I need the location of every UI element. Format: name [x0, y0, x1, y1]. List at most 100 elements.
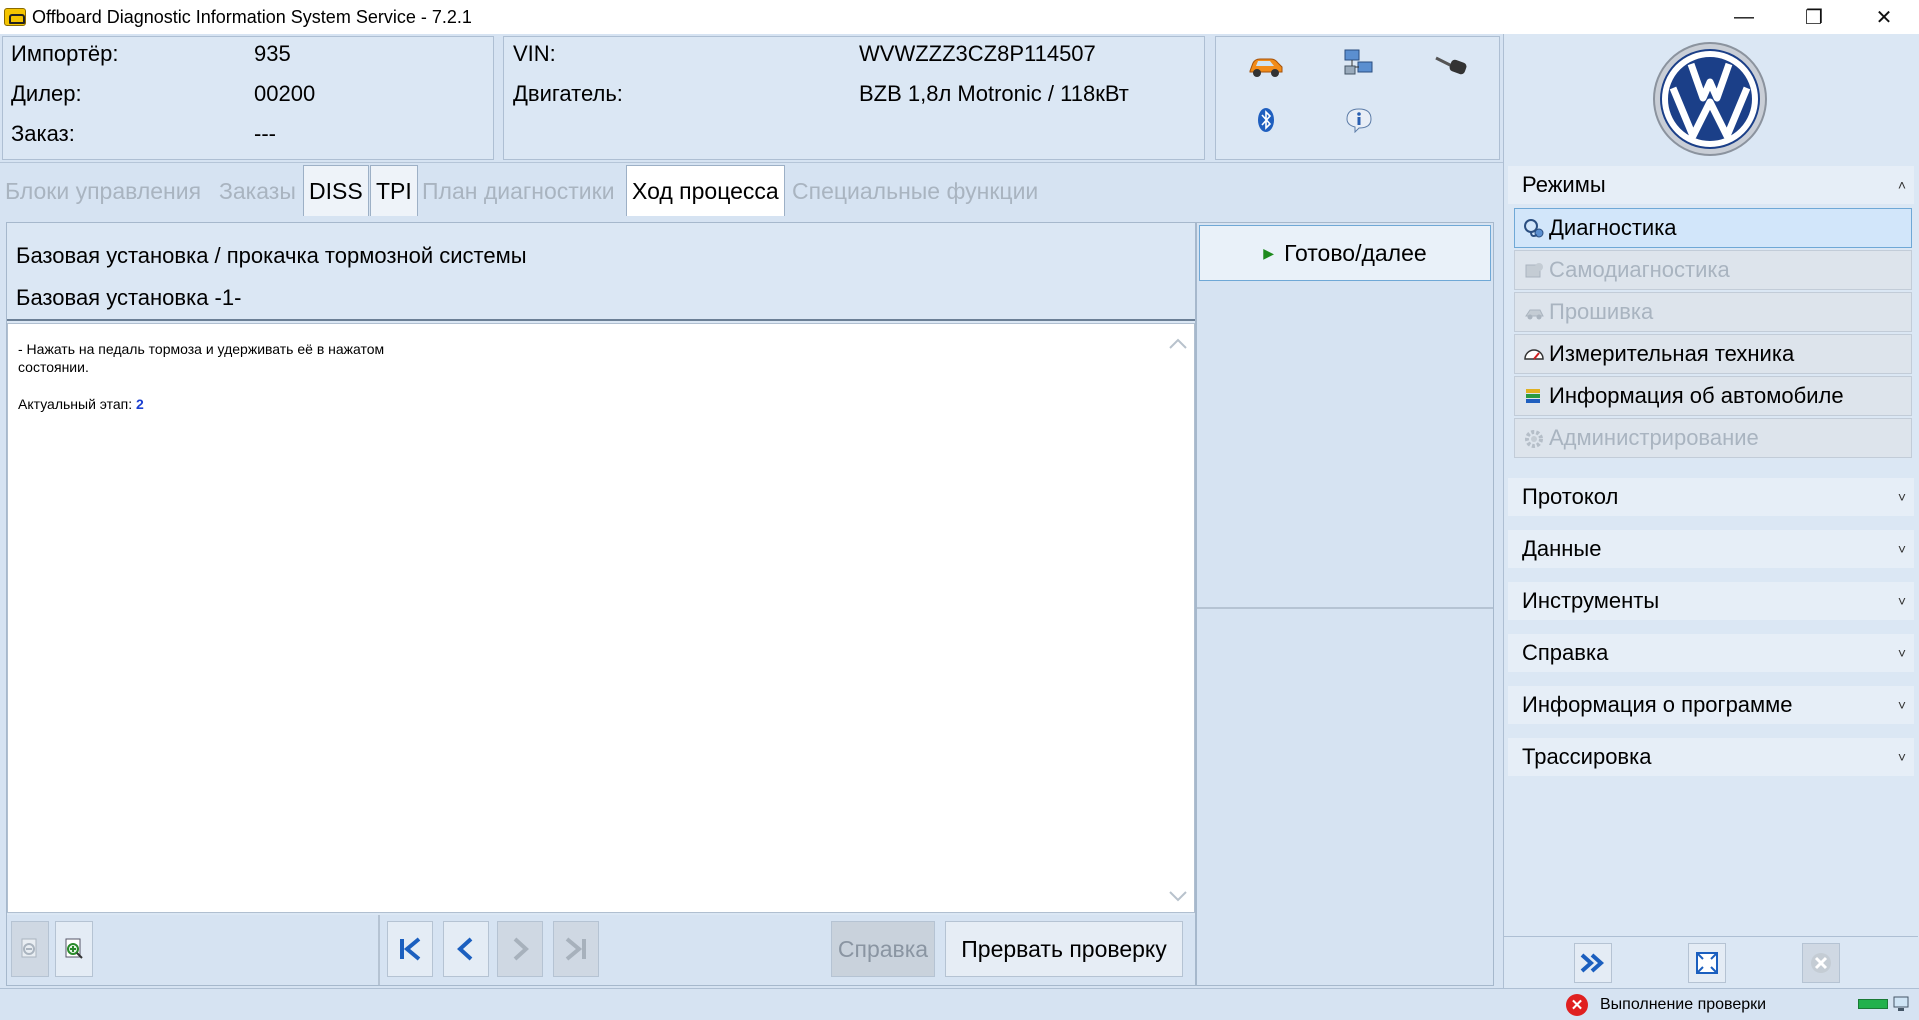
scroll-down-icon[interactable] — [1166, 884, 1190, 908]
tab-special-functions[interactable]: Специальные функции — [787, 165, 1043, 217]
bluetooth-icon[interactable] — [1246, 103, 1286, 137]
header-area: Импортёр: 935 Дилер: 00200 Заказ: --- VI… — [0, 34, 1919, 162]
order-value: --- — [254, 121, 276, 146]
mode-administration[interactable]: Администрирование — [1514, 418, 1912, 458]
process-toolbar: Справка Прервать проверку — [7, 915, 1195, 985]
gauge-icon — [1524, 349, 1544, 360]
panel-toolbar — [1504, 936, 1918, 988]
section-help-label: Справка — [1522, 640, 1609, 665]
title-bar: Offboard Diagnostic Information System S… — [0, 0, 1919, 34]
window-controls: — ❐ ✕ — [1709, 0, 1919, 34]
section-about-label: Информация о программе — [1522, 692, 1793, 717]
mode-self-diagnosis[interactable]: Самодиагностика — [1514, 250, 1912, 290]
error-icon: ✕ — [1566, 994, 1588, 1016]
zoom-in-button[interactable] — [55, 921, 93, 977]
tab-orders[interactable]: Заказы — [214, 165, 301, 217]
section-modes[interactable]: Режимы ˄ — [1508, 166, 1914, 204]
process-frame: Базовая установка / прокачка тормозной с… — [6, 222, 1196, 986]
vin-value: WVWZZZ3CZ8P114507 — [859, 41, 1096, 66]
section-data[interactable]: Данные ˅ — [1508, 530, 1914, 568]
next-step-icon — [513, 937, 529, 961]
tab-tpi[interactable]: TPI — [370, 165, 418, 217]
vehicle-info-panel: VIN: WVWZZZ3CZ8P114507 Двигатель: BZB 1,… — [503, 36, 1205, 160]
minimize-button[interactable]: — — [1709, 0, 1779, 34]
first-step-button[interactable] — [387, 921, 433, 977]
tab-process[interactable]: Ход процесса — [626, 165, 785, 217]
step-subtitle: Базовая установка -1- — [16, 285, 242, 310]
fit-window-button[interactable] — [1688, 943, 1726, 983]
cancel-icon — [1811, 953, 1831, 973]
tab-diagnostic-plan[interactable]: План диагностики — [417, 165, 620, 217]
help-button[interactable]: Справка — [831, 921, 935, 977]
expand-icon: ˅ — [1897, 489, 1906, 505]
stage-value: 2 — [136, 396, 144, 412]
mode-diagnostics[interactable]: Диагностика — [1514, 208, 1912, 248]
instruction-area[interactable]: - Нажать на педаль тормоза и удерживать … — [7, 323, 1195, 913]
toolbar-separator — [378, 915, 380, 985]
books-icon — [1526, 389, 1540, 403]
restore-button[interactable]: ❐ — [1779, 0, 1849, 34]
dealer-info-panel: Импортёр: 935 Дилер: 00200 Заказ: --- — [2, 36, 494, 160]
current-stage: Актуальный этап: 2 — [18, 396, 144, 412]
section-protocol[interactable]: Протокол ˅ — [1508, 478, 1914, 516]
window-title: Offboard Diagnostic Information System S… — [32, 6, 472, 27]
order-label: Заказ: — [11, 121, 75, 146]
scroll-up-icon[interactable] — [1166, 332, 1190, 356]
section-tools[interactable]: Инструменты ˅ — [1508, 582, 1914, 620]
mode-flashing[interactable]: Прошивка — [1514, 292, 1912, 332]
instruction-text: - Нажать на педаль тормоза и удерживать … — [18, 341, 385, 375]
tab-diss[interactable]: DISS — [303, 165, 369, 217]
mode-measurement[interactable]: Измерительная техника — [1514, 334, 1912, 374]
forward-button[interactable] — [1574, 943, 1612, 983]
tab-control-units[interactable]: Блоки управления — [0, 165, 206, 217]
mode-diagnostics-label: Диагностика — [1549, 215, 1677, 240]
expand-icon: ˅ — [1897, 541, 1906, 557]
flash-icon — [1525, 309, 1544, 320]
zoom-out-icon — [21, 938, 37, 958]
play-icon: ▶ — [1263, 244, 1275, 261]
self-diagnosis-icon — [1525, 263, 1543, 278]
ready-next-label: Готово/далее — [1284, 239, 1427, 266]
action-panel: ▶ Готово/далее — [1196, 222, 1494, 986]
tab-bar: Блоки управления Заказы DISS TPI План ди… — [0, 162, 1503, 217]
close-button[interactable]: ✕ — [1849, 0, 1919, 34]
fit-window-icon — [1696, 952, 1718, 974]
expand-icon: ˅ — [1897, 697, 1906, 713]
cancel-button[interactable] — [1802, 943, 1840, 983]
section-help[interactable]: Справка ˅ — [1508, 634, 1914, 672]
network-icon[interactable] — [1339, 47, 1379, 81]
collapse-icon: ˄ — [1897, 177, 1906, 193]
section-tools-label: Инструменты — [1522, 588, 1660, 613]
last-step-button[interactable] — [553, 921, 599, 977]
previous-step-icon — [457, 937, 473, 961]
stethoscope-icon — [1524, 219, 1544, 238]
dealer-label: Дилер: — [11, 81, 82, 106]
status-bar: ✕ Выполнение проверки — [0, 988, 1919, 1020]
last-step-icon — [565, 937, 586, 961]
section-tracing[interactable]: Трассировка ˅ — [1508, 738, 1914, 776]
expand-icon: ˅ — [1897, 593, 1906, 609]
importer-value: 935 — [254, 41, 291, 66]
car-icon[interactable] — [1246, 49, 1286, 83]
mode-self-diagnosis-label: Самодиагностика — [1549, 257, 1730, 282]
gear-icon — [1525, 430, 1543, 448]
connection-icons-panel — [1215, 36, 1500, 160]
key-icon[interactable] — [1431, 49, 1471, 83]
info-icon[interactable] — [1339, 103, 1379, 137]
previous-step-button[interactable] — [443, 921, 489, 977]
mode-vehicle-info-label: Информация об автомобиле — [1549, 383, 1844, 408]
mode-vehicle-info[interactable]: Информация об автомобиле — [1514, 376, 1912, 416]
engine-label: Двигатель: — [513, 81, 623, 106]
ready-next-button[interactable]: ▶ Готово/далее — [1199, 225, 1491, 281]
double-arrow-right-icon — [1580, 953, 1605, 973]
section-protocol-label: Протокол — [1522, 484, 1619, 509]
next-step-button[interactable] — [497, 921, 543, 977]
section-tracing-label: Трассировка — [1522, 744, 1652, 769]
zoom-out-button[interactable] — [11, 921, 49, 977]
section-about[interactable]: Информация о программе ˅ — [1508, 686, 1914, 724]
dealer-value: 00200 — [254, 81, 316, 106]
section-data-label: Данные — [1522, 536, 1602, 561]
abort-test-button[interactable]: Прервать проверку — [945, 921, 1183, 977]
engine-value: BZB 1,8л Motronic / 118кВт — [859, 81, 1129, 106]
status-text: Выполнение проверки — [1600, 996, 1767, 1013]
